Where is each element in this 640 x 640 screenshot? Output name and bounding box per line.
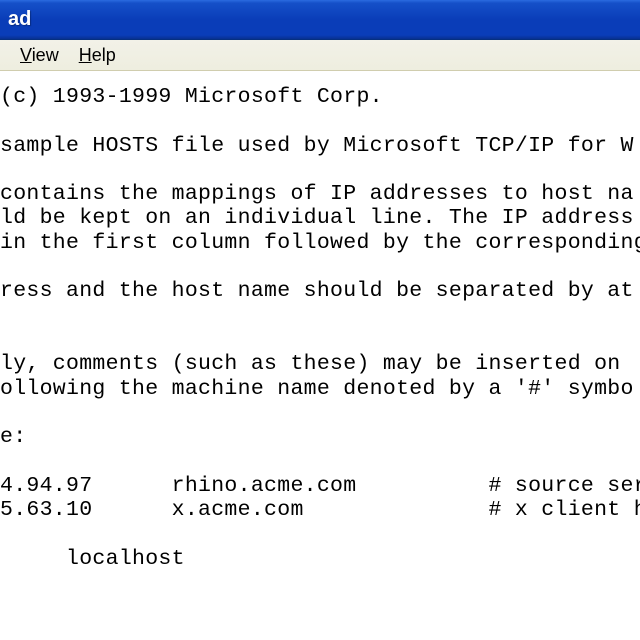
text-editor[interactable]: (c) 1993-1999 Microsoft Corp. sample HOS… — [0, 71, 640, 575]
menu-help-mnemonic: H — [79, 45, 92, 65]
menu-view-label: iew — [32, 45, 59, 65]
window-title: ad — [8, 8, 31, 31]
titlebar[interactable]: ad — [0, 0, 640, 40]
menu-view[interactable]: View — [10, 43, 69, 68]
menu-help-label: elp — [92, 45, 116, 65]
menu-help[interactable]: Help — [69, 43, 126, 68]
menubar: View Help — [0, 40, 640, 71]
menu-view-mnemonic: V — [20, 45, 32, 65]
